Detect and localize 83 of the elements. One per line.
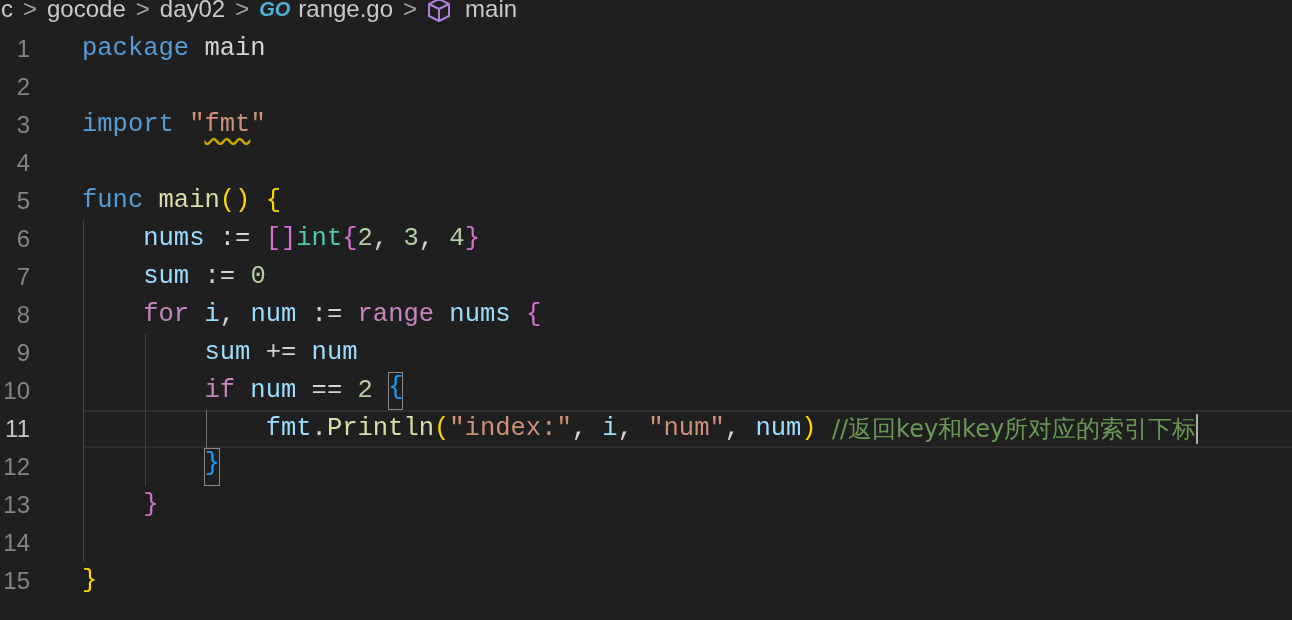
- code-token: 2: [357, 375, 373, 407]
- code-token: main: [158, 185, 220, 217]
- code-token: ==: [311, 375, 344, 407]
- code-token: num: [250, 299, 297, 331]
- code-token: fmt: [265, 413, 312, 445]
- code-bracket: []: [265, 223, 297, 255]
- line-number: 4: [15, 148, 30, 178]
- line-number: 12: [2, 452, 30, 482]
- code-comment: //返回key和key所对应的索引下标: [831, 414, 1197, 445]
- line-number: 13: [2, 490, 30, 520]
- code-token: nums: [143, 223, 205, 255]
- code-bracket: {: [265, 185, 281, 217]
- code-token: if: [204, 375, 236, 407]
- code-token: :=: [219, 223, 252, 255]
- line-number: 2: [15, 72, 30, 102]
- code-bracket: {: [388, 372, 404, 410]
- breadcrumb-item[interactable]: gocode: [47, 0, 126, 24]
- code-bracket: }: [82, 565, 98, 597]
- code-token: fmt: [204, 109, 251, 141]
- chevron-icon: >: [135, 0, 150, 24]
- line-number: 3: [15, 110, 30, 140]
- line-number: 10: [2, 376, 30, 406]
- code-token: "num": [648, 413, 725, 445]
- code-token: :=: [311, 299, 344, 331]
- breadcrumb-item[interactable]: day02: [159, 0, 226, 24]
- code-bracket: {: [525, 299, 542, 331]
- code-bracket: }: [204, 448, 220, 486]
- code-token: 0: [250, 261, 266, 293]
- code-token: sum: [204, 337, 251, 369]
- line-number: 7: [15, 262, 30, 292]
- text-cursor: [1196, 414, 1199, 444]
- code-token: ,: [372, 223, 390, 255]
- line-number: 5: [15, 186, 30, 216]
- code-bracket: }: [464, 223, 480, 255]
- code-token: 4: [449, 223, 465, 255]
- cube-icon: [427, 0, 452, 23]
- code-token: ,: [219, 299, 237, 331]
- code-token: package: [82, 33, 190, 65]
- code-token: num: [250, 375, 297, 407]
- breadcrumb-item[interactable]: main: [465, 0, 518, 24]
- code-token: num: [311, 337, 358, 369]
- code-token: "index:": [449, 413, 572, 445]
- line-number: 11: [4, 414, 30, 444]
- code-token: func: [82, 185, 144, 217]
- code-token: import: [82, 109, 174, 141]
- code-bracket: (): [219, 185, 251, 217]
- code-bracket: {: [342, 223, 358, 255]
- line-number: 15: [2, 566, 30, 596]
- line-number: 9: [15, 338, 30, 368]
- line-number: 8: [15, 300, 30, 330]
- code-bracket: ): [801, 413, 817, 445]
- code-token: ": [189, 109, 205, 141]
- code-token: sum: [143, 261, 190, 293]
- code-token: ,: [617, 413, 634, 445]
- code-token: ": [250, 109, 266, 141]
- chevron-icon: >: [23, 0, 37, 24]
- code-token: ,: [418, 223, 436, 255]
- code-token: i: [602, 413, 618, 445]
- code-token: 3: [403, 223, 419, 255]
- line-number: 1: [15, 34, 30, 64]
- line-number: 6: [15, 224, 30, 254]
- code-token: ,: [724, 413, 742, 445]
- code-bracket: (: [434, 413, 450, 445]
- code-token: ,: [571, 413, 589, 445]
- line-number: 14: [2, 528, 30, 558]
- code-token: .: [311, 413, 327, 445]
- code-token: main: [204, 33, 266, 65]
- code-token: Println: [326, 413, 434, 445]
- code-token: num: [755, 413, 802, 445]
- code-token: +=: [265, 337, 298, 369]
- go-file-icon: GO: [259, 0, 291, 24]
- breadcrumb-item[interactable]: c: [1, 0, 13, 24]
- code-token: 2: [357, 223, 373, 255]
- chevron-icon: >: [235, 0, 250, 24]
- code-token: :=: [204, 261, 237, 293]
- chevron-icon: >: [403, 0, 418, 24]
- code-token: nums: [449, 299, 511, 331]
- code-token: i: [204, 299, 220, 331]
- code-bracket: }: [143, 489, 159, 521]
- code-token: range: [357, 299, 435, 331]
- code-token: int: [296, 223, 343, 255]
- code-token: for: [143, 299, 190, 331]
- breadcrumb-item[interactable]: range.go: [298, 0, 394, 24]
